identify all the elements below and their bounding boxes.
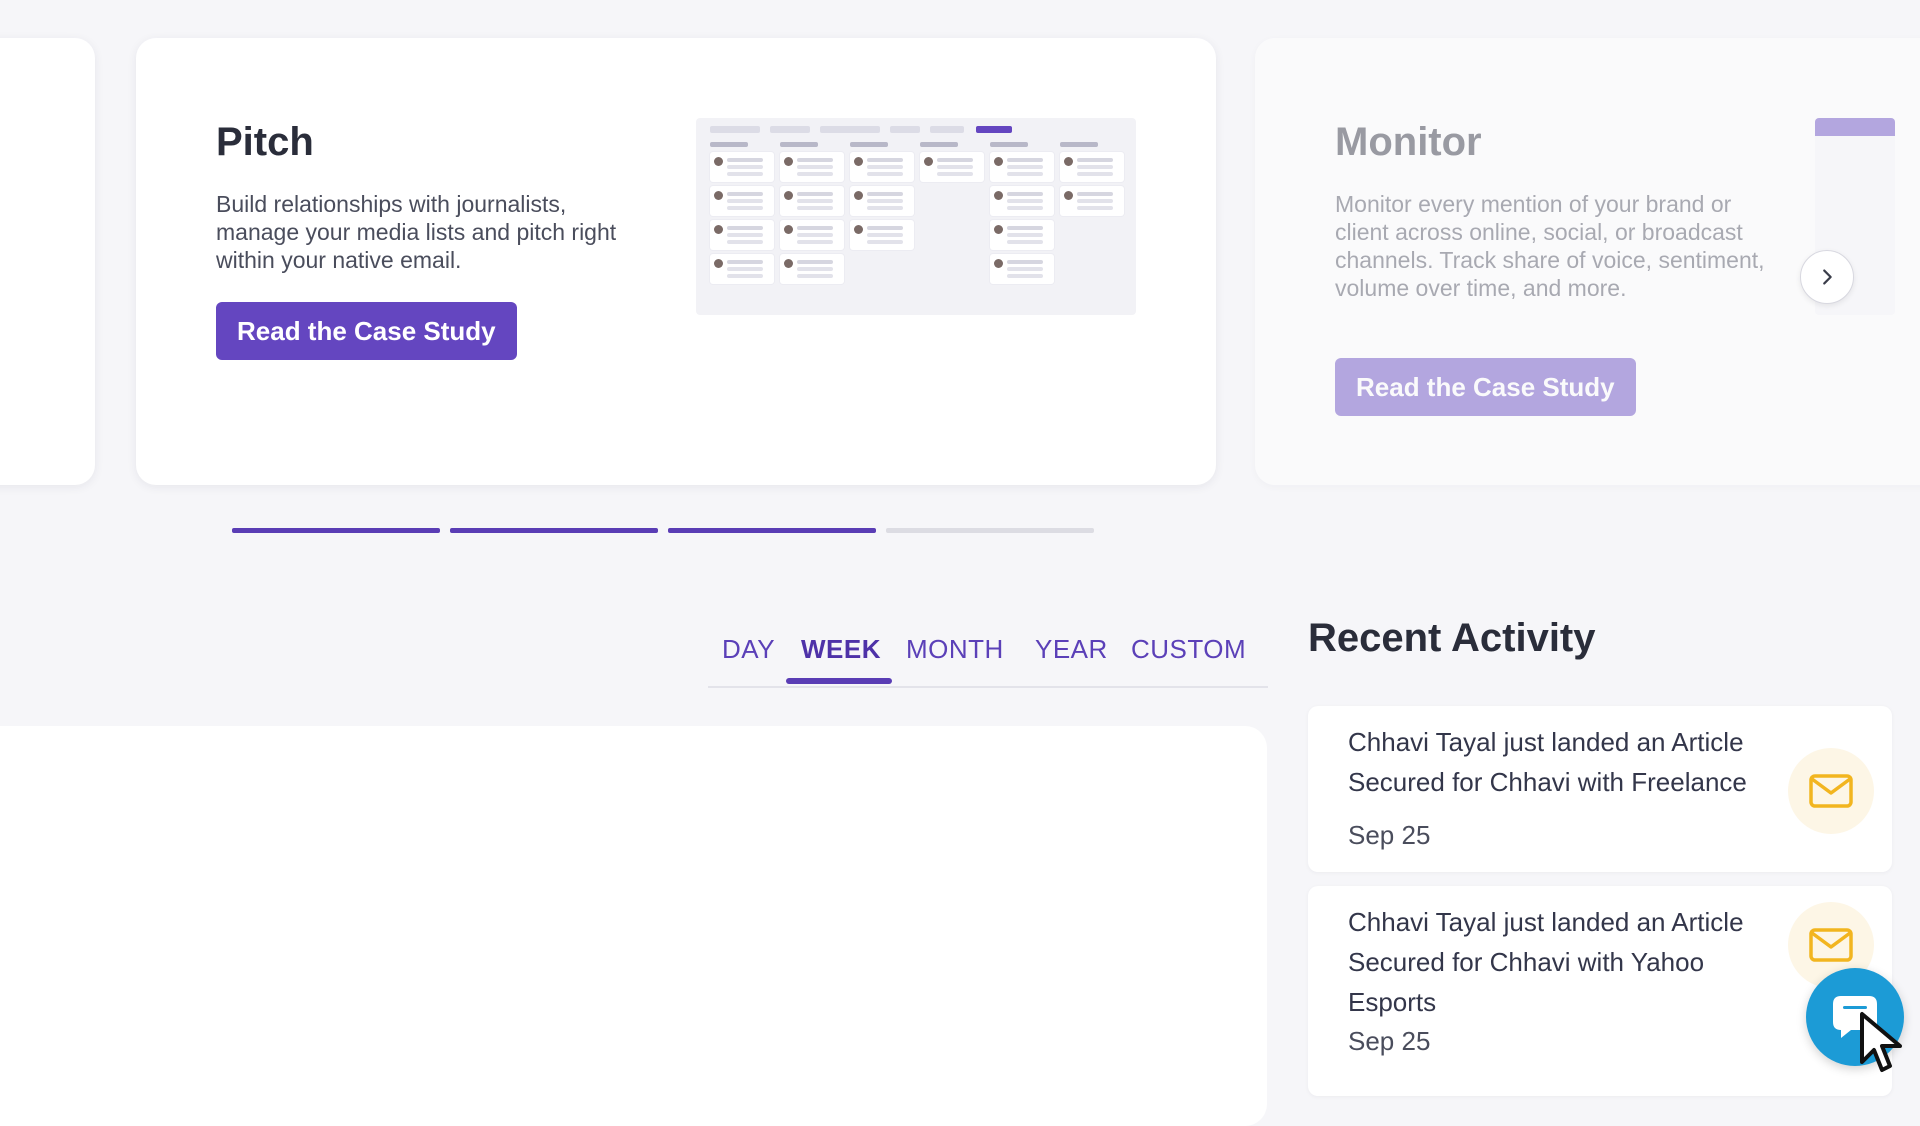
tab-year[interactable]: YEAR — [1035, 634, 1108, 665]
card-title: Pitch — [216, 120, 314, 164]
card-title: Monitor — [1335, 120, 1482, 164]
carousel-next-button[interactable] — [1800, 250, 1854, 304]
time-filter-tabs: DAY WEEK MONTH YEAR CUSTOM — [708, 610, 1268, 688]
card-description: Build relationships with journalists, ma… — [216, 191, 617, 273]
carousel-progress-segment-2[interactable] — [450, 528, 658, 533]
carousel-progress-segment-1[interactable] — [232, 528, 440, 533]
tab-month[interactable]: MONTH — [906, 634, 1004, 665]
mail-icon — [1809, 928, 1853, 962]
tab-week[interactable]: WEEK — [801, 634, 881, 665]
preview-toolbar — [710, 126, 1110, 134]
card-description: Monitor every mention of your brand or c… — [1335, 191, 1765, 301]
activity-text: Chhavi Tayal just landed an Article Secu… — [1348, 727, 1747, 797]
read-case-study-button[interactable]: Read the Case Study — [1335, 358, 1636, 416]
activity-date: Sep 25 — [1348, 1026, 1431, 1056]
active-tab-indicator — [786, 678, 892, 684]
pitch-preview-image — [696, 118, 1136, 315]
mail-icon — [1809, 774, 1853, 808]
tab-custom[interactable]: CUSTOM — [1131, 634, 1246, 665]
tab-day[interactable]: DAY — [722, 634, 775, 665]
read-case-study-button[interactable]: Read the Case Study — [216, 302, 517, 360]
recent-activity-title: Recent Activity — [1308, 616, 1596, 660]
carousel-progress-segment-4[interactable] — [886, 528, 1094, 533]
carousel-card-previous — [0, 38, 95, 485]
activity-item[interactable]: Chhavi Tayal just landed an Article Secu… — [1308, 706, 1892, 872]
mouse-cursor-icon — [1860, 1012, 1902, 1072]
activity-date: Sep 25 — [1348, 820, 1431, 850]
activity-icon-badge — [1788, 748, 1874, 834]
activity-item[interactable]: Chhavi Tayal just landed an Article Secu… — [1308, 886, 1892, 1096]
carousel-card-pitch: Pitch Build relationships with journalis… — [136, 38, 1216, 485]
activity-text: Chhavi Tayal just landed an Article Secu… — [1348, 907, 1744, 1017]
chart-panel — [0, 726, 1267, 1126]
carousel-progress-segment-3[interactable] — [668, 528, 876, 533]
chevron-right-icon — [1823, 269, 1832, 285]
